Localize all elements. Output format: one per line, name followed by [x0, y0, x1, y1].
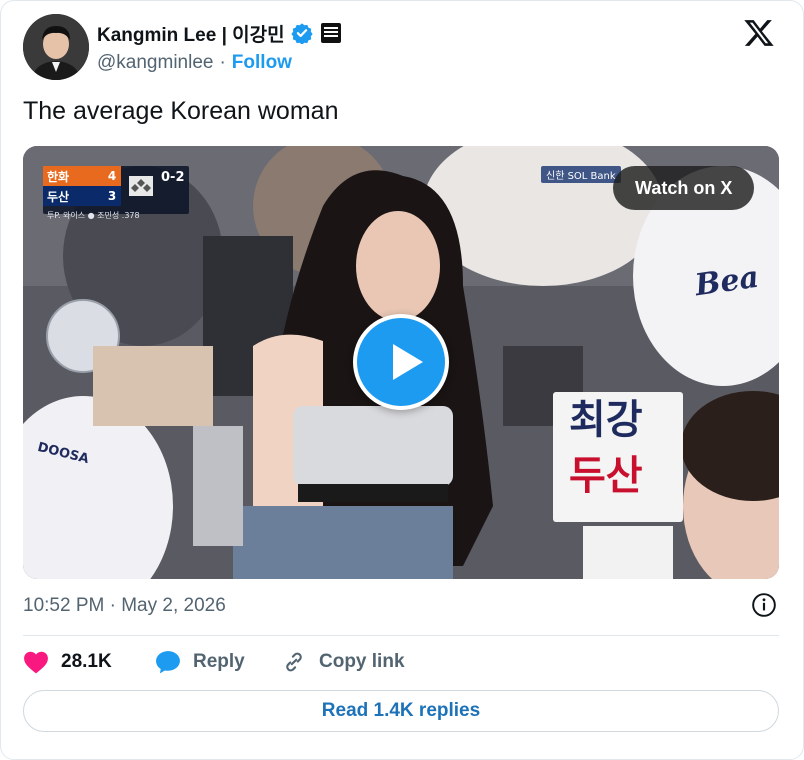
- play-icon[interactable]: [353, 314, 449, 410]
- sign-line-1: 최강: [569, 397, 643, 443]
- sign-line-2: 두산: [569, 453, 643, 499]
- bases-icon: [129, 176, 153, 196]
- author-handle[interactable]: @kangminlee: [97, 52, 213, 74]
- copy-link-label: Copy link: [319, 651, 405, 672]
- avatar[interactable]: [23, 14, 89, 80]
- scoreboard-overlay: 한화 4 두산 3 0-2 투P. 와이스 ● 조민성 .378: [43, 166, 189, 220]
- sponsor-tag: 신한 SOL Bank: [541, 166, 621, 183]
- count-display: 0-2: [161, 170, 185, 185]
- x-logo-icon[interactable]: [743, 17, 775, 49]
- tweet-timestamp[interactable]: 10:52 PM · May 2, 2026: [23, 595, 226, 617]
- verified-badge-icon: [290, 23, 313, 44]
- divider: [23, 635, 779, 636]
- watch-on-x-button[interactable]: Watch on X: [613, 166, 755, 210]
- team2-name: 두산: [47, 189, 70, 204]
- author-name[interactable]: Kangmin Lee | 이강민: [97, 20, 285, 47]
- tweet-card: Kangmin Lee | 이강민 @kangminlee · Follow T…: [0, 0, 804, 760]
- tweet-text: The average Korean woman: [23, 97, 339, 125]
- reply-label: Reply: [193, 651, 245, 672]
- author-block: Kangmin Lee | 이강민 @kangminlee · Follow: [97, 19, 341, 77]
- scoreboard-subtext: 투P. 와이스 ● 조민성 .378: [47, 211, 140, 220]
- team2-score: 3: [107, 189, 117, 203]
- like-count: 28.1K: [61, 651, 112, 672]
- reply-button[interactable]: Reply: [155, 647, 245, 677]
- affiliation-badge-icon[interactable]: [320, 23, 341, 43]
- follow-button[interactable]: Follow: [232, 52, 292, 74]
- video-player[interactable]: 한화 4 두산 3 0-2 투P. 와이스 ● 조민성 .378 신한 SOL …: [23, 146, 779, 579]
- read-replies-button[interactable]: Read 1.4K replies: [23, 690, 779, 732]
- like-button[interactable]: 28.1K: [23, 647, 112, 677]
- info-icon[interactable]: [751, 592, 777, 618]
- cheer-sign: 최강 두산: [553, 392, 683, 522]
- team1-score: 4: [107, 169, 117, 183]
- reply-bubble-icon: [156, 651, 180, 674]
- team1-name: 한화: [47, 169, 70, 184]
- link-icon: [286, 652, 302, 672]
- heart-icon: [24, 651, 48, 674]
- copy-link-button[interactable]: Copy link: [281, 647, 405, 677]
- separator-dot: ·: [219, 52, 226, 73]
